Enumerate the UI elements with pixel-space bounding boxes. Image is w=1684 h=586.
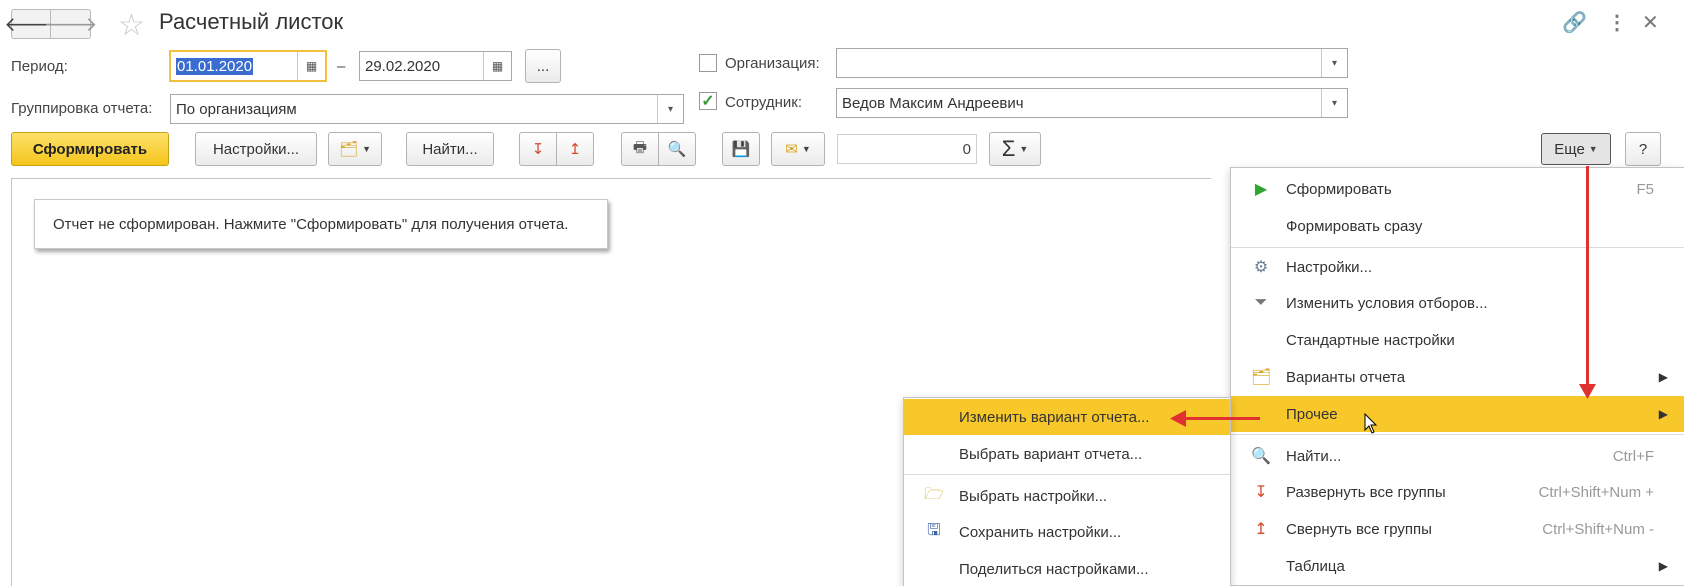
- envelope-icon: ✉: [785, 141, 798, 158]
- employee-label: Сотрудник:: [725, 94, 803, 111]
- chevron-down-icon: ▼: [801, 144, 811, 154]
- chevron-down-icon: ▼: [362, 144, 371, 154]
- submenu-item-select-settings[interactable]: 🗁 Выбрать настройки...: [904, 478, 1230, 514]
- send-email-button[interactable]: ✉ ▼: [771, 132, 825, 166]
- annotation-arrowhead-down-icon: [1579, 384, 1596, 399]
- search-icon: 🔍: [1251, 448, 1271, 465]
- menu-item-table[interactable]: Таблица ▶: [1231, 548, 1684, 584]
- chevron-down-icon: ▼: [1588, 144, 1598, 154]
- print-button[interactable]: 🖶: [621, 132, 659, 166]
- employee-field[interactable]: Ведов Максим Андреевич ▾: [836, 88, 1348, 118]
- menu-separator: [1231, 434, 1684, 435]
- floppy-disk-icon: 💾: [731, 141, 751, 158]
- arrow-right-icon: 🡒: [43, 13, 98, 36]
- more-menu: ▶ Сформировать F5 Формировать сразу ⚙ На…: [1230, 167, 1684, 586]
- submenu-item-select-variant[interactable]: Выбрать вариант отчета...: [904, 436, 1230, 472]
- mouse-cursor-icon: [1364, 413, 1378, 434]
- period-label: Период:: [11, 58, 68, 75]
- date-from-field[interactable]: 01.01.2020 ▦: [170, 51, 326, 81]
- organization-field[interactable]: ▾: [836, 48, 1348, 78]
- date-to-field[interactable]: 29.02.2020 ▦: [359, 51, 512, 81]
- print-preview-icon: 🔍: [667, 141, 687, 158]
- organization-label: Организация:: [725, 55, 820, 72]
- chevron-down-icon[interactable]: ▾: [1321, 89, 1347, 117]
- menu-item-generate-immediately[interactable]: Формировать сразу: [1231, 208, 1684, 244]
- expand-groups-icon: ↧: [531, 141, 545, 158]
- report-variants-button[interactable]: 🗂 ▼: [328, 132, 382, 166]
- settings-button[interactable]: Настройки...: [195, 132, 317, 166]
- sum-value-field[interactable]: 0: [837, 134, 977, 164]
- help-button[interactable]: ?: [1625, 132, 1661, 166]
- link-icon[interactable]: 🔗: [1562, 10, 1587, 35]
- expand-groups-icon: ↧: [1254, 484, 1268, 501]
- report-not-generated-message: Отчет не сформирован. Нажмите "Сформиров…: [34, 199, 608, 249]
- close-icon[interactable]: ✕: [1642, 10, 1659, 35]
- generate-button[interactable]: Сформировать: [11, 132, 169, 166]
- menu-item-change-filters[interactable]: ⏷ Изменить условия отборов...: [1231, 285, 1684, 321]
- chevron-down-icon[interactable]: ▾: [1321, 49, 1347, 77]
- menu-item-collapse-groups[interactable]: ↥ Свернуть все группы Ctrl+Shift+Num -: [1231, 511, 1684, 547]
- menu-item-settings[interactable]: ⚙ Настройки...: [1231, 249, 1684, 285]
- menu-item-other[interactable]: Прочее ▶: [1231, 396, 1684, 432]
- submenu-arrow-icon: ▶: [1658, 407, 1668, 421]
- print-preview-button[interactable]: 🔍: [658, 132, 696, 166]
- calendar-icon[interactable]: ▦: [483, 52, 511, 80]
- save-settings-icon: 🖫: [927, 521, 941, 539]
- submenu-item-share-settings[interactable]: Поделиться настройками...: [904, 551, 1230, 586]
- menu-item-expand-groups[interactable]: ↧ Развернуть все группы Ctrl+Shift+Num +: [1231, 474, 1684, 510]
- page-title: Расчетный листок: [159, 9, 344, 34]
- settings-gear-icon: ⚙: [1253, 259, 1269, 276]
- favorite-star-icon[interactable]: ☆: [118, 8, 145, 43]
- more-button[interactable]: Еще ▼: [1541, 133, 1611, 165]
- submenu-arrow-icon: ▶: [1658, 559, 1668, 573]
- collapse-groups-icon: ↥: [568, 141, 582, 158]
- annotation-arrowhead-left-icon: [1170, 410, 1186, 427]
- menu-separator: [904, 474, 1230, 475]
- sum-button[interactable]: Σ ▼: [989, 132, 1041, 166]
- filter-icon: ⏷: [1254, 294, 1268, 311]
- employee-checkbox[interactable]: ✓: [699, 92, 717, 110]
- save-button[interactable]: 💾: [722, 132, 760, 166]
- play-icon: ▶: [1254, 181, 1268, 198]
- date-dash: –: [337, 58, 346, 75]
- report-variants-icon: 🗂: [1251, 369, 1272, 386]
- chevron-down-icon[interactable]: ▾: [657, 95, 683, 123]
- report-variants-icon: 🗂: [339, 141, 359, 158]
- organization-checkbox[interactable]: [699, 54, 717, 72]
- submenu-item-save-settings[interactable]: 🖫 Сохранить настройки...: [904, 514, 1230, 550]
- collapse-groups-button[interactable]: ↥: [556, 132, 594, 166]
- annotation-arrow-left: [1182, 417, 1260, 420]
- more-vertical-icon[interactable]: ⋮: [1607, 10, 1627, 35]
- chevron-down-icon: ▼: [1019, 144, 1029, 154]
- sigma-icon: Σ: [1001, 136, 1016, 161]
- submenu-arrow-icon: ▶: [1658, 370, 1668, 384]
- menu-item-standard-settings[interactable]: Стандартные настройки: [1231, 322, 1684, 358]
- calendar-icon[interactable]: ▦: [297, 52, 325, 80]
- menu-separator: [1231, 247, 1684, 248]
- forward-button[interactable]: 🡒: [44, 9, 97, 39]
- folder-settings-icon: 🗁: [924, 485, 944, 503]
- period-select-button[interactable]: ...: [525, 49, 561, 83]
- menu-item-report-variants[interactable]: 🗂 Варианты отчета ▶: [1231, 359, 1684, 395]
- annotation-arrow-down: [1586, 166, 1589, 391]
- printer-icon: 🖶: [632, 138, 648, 156]
- menu-item-find[interactable]: 🔍 Найти... Ctrl+F: [1231, 438, 1684, 474]
- collapse-groups-icon: ↥: [1254, 521, 1268, 538]
- grouping-field[interactable]: По организациям ▾: [170, 94, 684, 124]
- grouping-label: Группировка отчета:: [11, 100, 153, 117]
- find-button[interactable]: Найти...: [406, 132, 494, 166]
- checkmark-icon: ✓: [701, 93, 715, 110]
- menu-item-generate[interactable]: ▶ Сформировать F5: [1231, 171, 1684, 207]
- expand-groups-button[interactable]: ↧: [519, 132, 557, 166]
